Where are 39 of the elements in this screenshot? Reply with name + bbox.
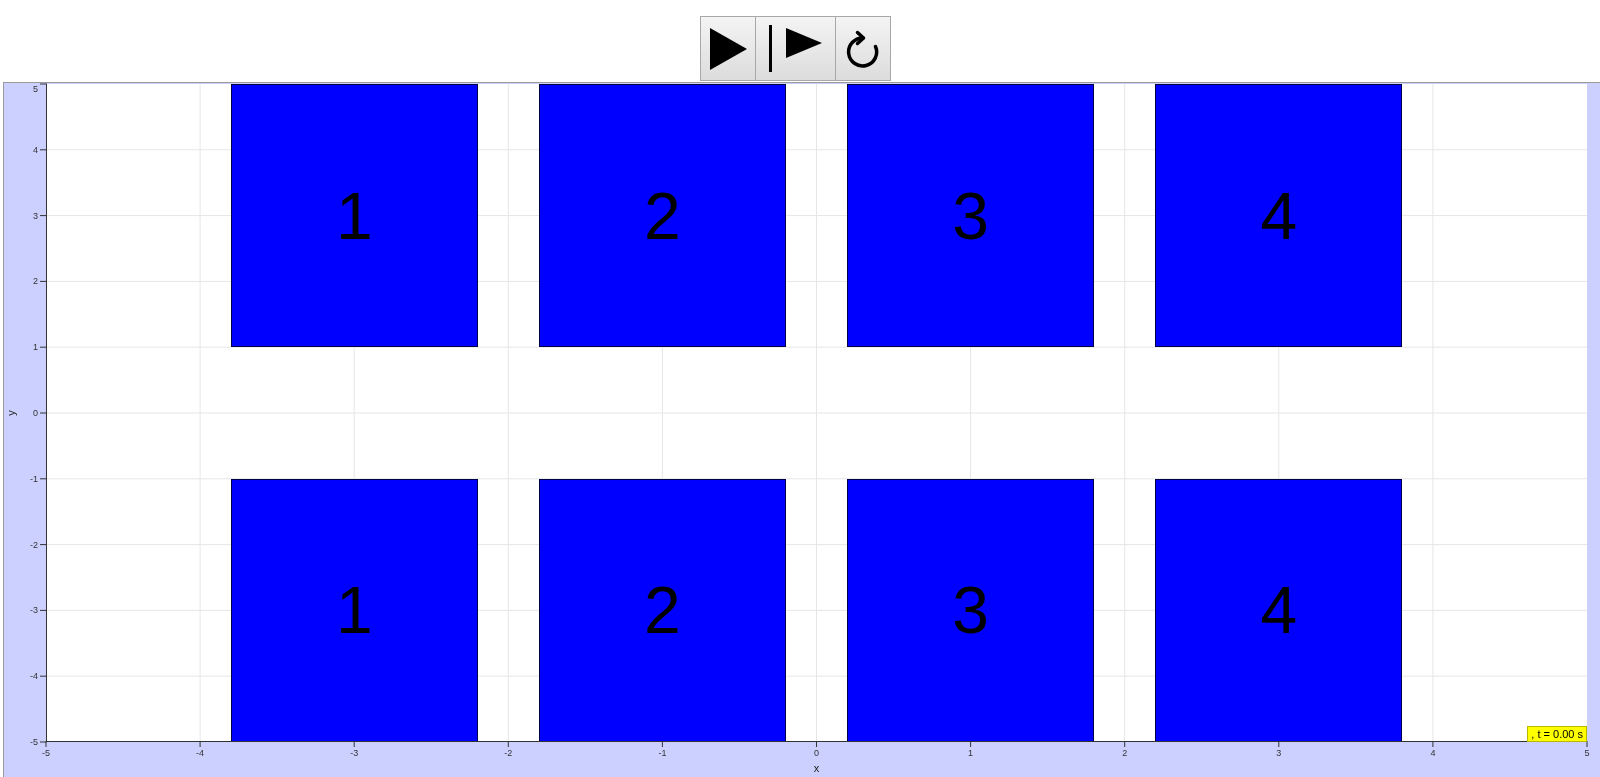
numbered-block: 1	[230, 84, 478, 348]
y-tick-label: -1	[30, 473, 38, 484]
y-tick-label: -3	[30, 605, 38, 616]
x-tick-label: -3	[350, 748, 359, 758]
y-tick-label: -2	[30, 539, 38, 550]
x-tick-label: -1	[658, 748, 667, 758]
numbered-block: 3	[847, 84, 1094, 348]
x-tick-label: 3	[1276, 748, 1282, 758]
x-tick-label: -4	[196, 748, 205, 758]
numbered-block: 2	[539, 84, 786, 348]
reset-icon	[845, 29, 881, 68]
y-tick-label: 3	[33, 210, 38, 221]
x-axis-label: x	[813, 762, 820, 774]
numbered-block: 2	[539, 478, 786, 742]
y-tick-label: 1	[33, 342, 38, 353]
y-tick-label: 2	[33, 276, 38, 287]
numbered-block: 4	[1155, 84, 1403, 348]
numbered-block: 4	[1155, 478, 1403, 742]
time-readout: , t = 0.00 s	[1527, 726, 1587, 742]
x-tick-label: 5	[1584, 748, 1590, 758]
y-tick-label: 4	[33, 144, 38, 155]
y-tick-label: 0	[33, 408, 38, 418]
step-forward-icon	[769, 25, 822, 72]
step-button[interactable]	[755, 16, 836, 81]
y-tick-label: -4	[30, 671, 38, 682]
x-tick-label: -2	[504, 748, 513, 758]
numbered-block: 1	[230, 478, 478, 742]
y-tick-label: 5	[33, 84, 38, 94]
play-icon	[709, 27, 747, 70]
x-tick-label: 1	[968, 748, 974, 758]
x-tick-label: 4	[1430, 748, 1436, 758]
reset-button[interactable]	[835, 16, 891, 81]
x-tick-label: 2	[1122, 748, 1128, 758]
numbered-block: 3	[847, 478, 1094, 742]
play-button[interactable]	[700, 16, 756, 81]
y-tick-label: -5	[30, 737, 38, 747]
x-tick-label: 0	[814, 748, 819, 758]
x-tick-label: -5	[42, 748, 50, 758]
y-axis-label: y	[4, 410, 17, 416]
